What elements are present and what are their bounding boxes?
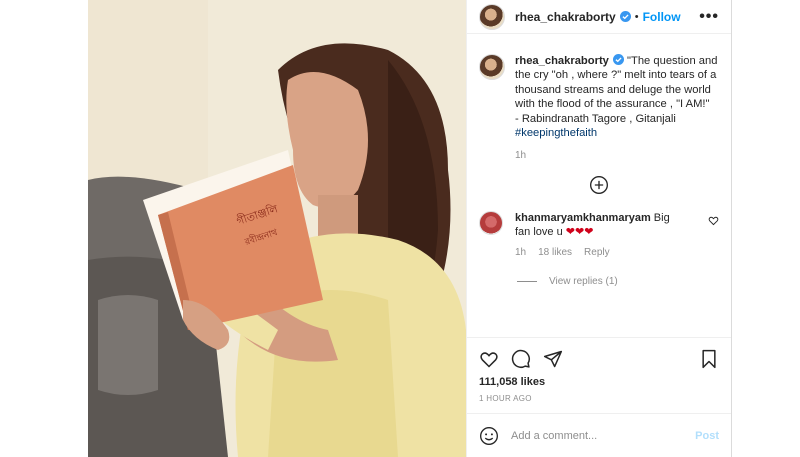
photo-illustration: গীতাঞ্জলি রবীন্দ্রনাথ	[88, 0, 466, 457]
replies-divider	[517, 281, 537, 283]
comment-text-block: khanmaryamkhanmaryam Big fan love u ❤❤❤	[515, 211, 675, 239]
post-caption: rhea_chakraborty "The question and the c…	[479, 54, 719, 140]
action-bar	[479, 346, 719, 372]
comment-like-icon[interactable]	[708, 215, 719, 226]
header-separator: •	[634, 10, 639, 23]
add-comments-icon[interactable]	[589, 175, 609, 195]
instagram-post-view: গীতাঞ্জলি রবীন্দ্রনাথ rhea_chakraborty •…	[0, 0, 800, 457]
post-actions-section: 111,058 likes 1 HOUR AGO	[467, 337, 731, 413]
emoji-icon[interactable]	[479, 426, 499, 446]
likes-count[interactable]: 111,058 likes	[479, 376, 719, 388]
view-replies-button[interactable]: View replies (1)	[517, 276, 719, 287]
comment-icon[interactable]	[511, 349, 531, 369]
caption-text-block: rhea_chakraborty "The question and the c…	[515, 54, 719, 140]
post-panel: rhea_chakraborty • Follow ••• rhea_chakr…	[466, 0, 732, 457]
more-options-icon[interactable]: •••	[699, 8, 719, 26]
post-photo[interactable]: গীতাঞ্জলি রবীন্দ্রনাথ	[88, 0, 466, 457]
verified-badge-icon	[619, 11, 631, 22]
bookmark-icon[interactable]	[699, 349, 719, 369]
comment-username[interactable]: khanmaryamkhanmaryam	[515, 212, 651, 224]
post-header: rhea_chakraborty • Follow •••	[467, 0, 731, 34]
post-time: 1 HOUR AGO	[479, 394, 532, 403]
caption-username[interactable]: rhea_chakraborty	[515, 55, 609, 67]
view-replies-label: View replies (1)	[549, 276, 618, 288]
comment-item: khanmaryamkhanmaryam Big fan love u ❤❤❤	[479, 211, 719, 239]
caption-time: 1h	[515, 150, 527, 162]
commenter-avatar[interactable]	[479, 211, 503, 236]
comments-area[interactable]: rhea_chakraborty "The question and the c…	[467, 54, 731, 345]
comment-time: 1h	[515, 247, 527, 259]
comment-input[interactable]	[511, 429, 696, 442]
share-icon[interactable]	[543, 349, 563, 369]
load-more-comments	[479, 175, 719, 195]
verified-badge-icon	[612, 54, 624, 65]
comment-meta: 1h 18 likes Reply	[515, 247, 719, 258]
caption-avatar[interactable]	[479, 54, 505, 80]
heart-icon[interactable]	[479, 349, 499, 369]
follow-button[interactable]: Follow	[643, 10, 681, 24]
add-comment-bar: Post	[467, 413, 731, 457]
reply-button[interactable]: Reply	[584, 247, 610, 258]
post-comment-button[interactable]: Post	[695, 430, 719, 442]
comment-likes[interactable]: 18 likes	[538, 247, 572, 258]
author-username[interactable]: rhea_chakraborty	[515, 10, 616, 24]
author-avatar[interactable]	[479, 3, 505, 30]
caption-attribution: - Rabindranath Tagore , Gitanjali	[515, 112, 676, 125]
comment-emoji: ❤❤❤	[565, 226, 594, 239]
hashtag-link[interactable]: #keepingthefaith	[515, 127, 597, 139]
